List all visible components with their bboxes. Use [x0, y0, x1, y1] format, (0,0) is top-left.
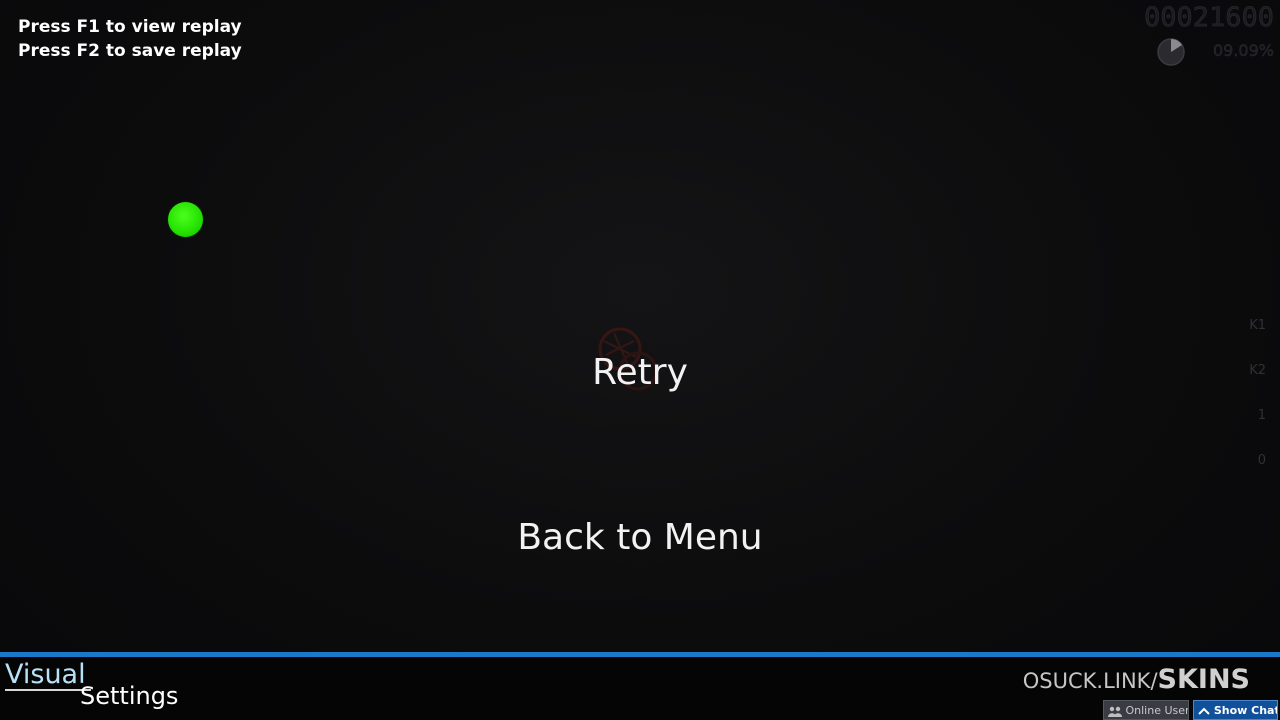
online-users-label: Online Users	[1125, 704, 1189, 717]
chevron-up-icon	[1198, 707, 1210, 715]
accuracy-display: 09.09%	[1212, 41, 1274, 60]
key-m2: 0	[1257, 453, 1266, 468]
visual-label[interactable]: Visual	[5, 658, 86, 692]
skins-main: SKINS	[1157, 664, 1250, 695]
save-replay-hint: Press F2 to save replay	[18, 41, 242, 61]
score-counter: 00021600	[1143, 2, 1275, 34]
show-chat-button[interactable]: Show Chat	[1193, 700, 1278, 720]
progress-row: 09.09%	[1156, 37, 1274, 67]
progress-pie-icon	[1157, 38, 1185, 66]
key-overlay: K1 K2 1 0	[1236, 318, 1266, 498]
replay-hints: Press F1 to view replay Press F2 to save…	[18, 15, 242, 63]
show-chat-label: Show Chat	[1213, 704, 1278, 717]
users-icon	[1108, 706, 1122, 717]
retry-button[interactable]: Retry	[0, 352, 1280, 393]
key-m1: 1	[1257, 408, 1266, 423]
back-to-menu-button[interactable]: Back to Menu	[0, 517, 1280, 558]
cursor-dot	[168, 202, 203, 237]
skins-watermark: OSUCK.LINK/SKINS	[1023, 664, 1250, 695]
settings-label[interactable]: Settings	[80, 680, 178, 712]
visual-underline	[5, 689, 91, 691]
view-replay-hint: Press F1 to view replay	[18, 17, 242, 37]
online-users-button[interactable]: Online Users	[1103, 700, 1189, 720]
game-screen: Press F1 to view replay Press F2 to save…	[0, 0, 1280, 720]
skins-prefix: OSUCK.LINK/	[1022, 669, 1158, 693]
